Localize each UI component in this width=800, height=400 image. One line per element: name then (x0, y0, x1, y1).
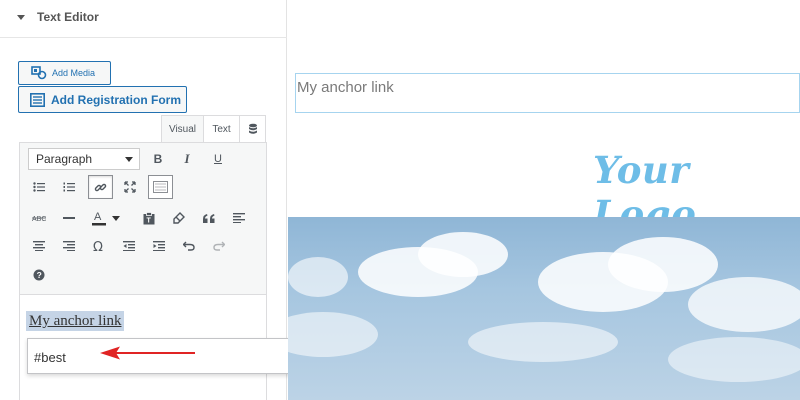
link-icon (94, 183, 107, 191)
strikethrough-button[interactable]: ABC (28, 207, 50, 229)
indent-button[interactable] (148, 235, 170, 257)
database-icon (248, 123, 257, 134)
bullet-list-icon (33, 182, 45, 192)
help-icon: ? (33, 269, 45, 281)
bullet-list-button[interactable] (28, 176, 50, 198)
add-media-label: Add Media (52, 68, 96, 78)
selected-anchor-text[interactable]: My anchor link (26, 311, 125, 331)
align-right-icon (63, 241, 75, 251)
underline-button[interactable]: U (207, 148, 229, 170)
redo-button[interactable] (208, 235, 230, 257)
align-center-icon (33, 241, 45, 251)
omega-icon: Ω (93, 240, 103, 252)
tab-text[interactable]: Text (204, 115, 240, 142)
screen: Text Editor Add Media Add Registration F… (0, 0, 800, 400)
tab-visual[interactable]: Visual (161, 115, 204, 142)
align-right-button[interactable] (58, 235, 80, 257)
undo-button[interactable] (178, 235, 200, 257)
eraser-icon (173, 212, 185, 224)
tab-database[interactable] (240, 115, 266, 142)
preview-anchor-text[interactable]: My anchor link (295, 73, 800, 113)
section-header[interactable]: Text Editor (0, 0, 287, 38)
text-color-icon: A (92, 211, 106, 226)
form-icon (30, 92, 45, 107)
add-media-button[interactable]: Add Media (18, 61, 111, 85)
align-left-button[interactable] (228, 207, 250, 229)
clipboard-icon: T (143, 211, 155, 224)
caret-down-icon (112, 215, 120, 221)
italic-button[interactable]: I (176, 148, 198, 170)
blockquote-button[interactable] (198, 207, 220, 229)
media-icon (31, 66, 47, 80)
chevron-down-icon (125, 157, 133, 162)
paste-text-button[interactable]: T (138, 207, 160, 229)
align-left-icon (233, 213, 245, 223)
link-button[interactable] (88, 175, 113, 199)
special-character-button[interactable]: Ω (88, 235, 110, 257)
svg-text:ABC: ABC (32, 216, 46, 223)
outdent-icon (123, 241, 135, 251)
horizontal-line-button[interactable] (58, 207, 80, 229)
outdent-button[interactable] (118, 235, 140, 257)
svg-text:?: ? (37, 270, 42, 280)
numbered-list-icon (63, 182, 75, 192)
text-color-dropdown[interactable] (110, 207, 122, 229)
text-color-button[interactable]: A (88, 207, 110, 229)
help-button[interactable]: ? (28, 264, 50, 286)
numbered-list-button[interactable] (58, 176, 80, 198)
strikethrough-icon: ABC (32, 216, 46, 223)
redo-icon (213, 241, 225, 251)
format-select-value: Paragraph (36, 152, 93, 166)
page-preview: My anchor link Your Logo (288, 0, 800, 400)
annotation-arrow (100, 346, 195, 360)
caret-down-icon[interactable] (17, 15, 25, 20)
indent-icon (153, 241, 165, 251)
sky-hero-image (288, 217, 800, 400)
undo-icon (183, 241, 195, 251)
add-registration-form-button[interactable]: Add Registration Form (18, 86, 187, 113)
toolbar-toggle-button[interactable] (148, 175, 173, 199)
fullscreen-icon (124, 181, 136, 193)
fullscreen-button[interactable] (119, 176, 141, 198)
svg-text:Ω: Ω (93, 240, 103, 252)
add-form-label: Add Registration Form (51, 92, 182, 107)
quote-icon (203, 213, 215, 223)
editor-toolbar: Paragraph B I U ABC A T Ω ? (19, 142, 267, 295)
bold-button[interactable]: B (147, 148, 169, 170)
svg-text:A: A (94, 211, 102, 223)
horizontal-line-icon (63, 217, 75, 219)
section-title: Text Editor (37, 10, 99, 24)
align-center-button[interactable] (28, 235, 50, 257)
kitchen-sink-icon (153, 181, 168, 193)
format-select[interactable]: Paragraph (28, 148, 140, 170)
svg-text:T: T (147, 217, 152, 224)
clear-formatting-button[interactable] (168, 207, 190, 229)
